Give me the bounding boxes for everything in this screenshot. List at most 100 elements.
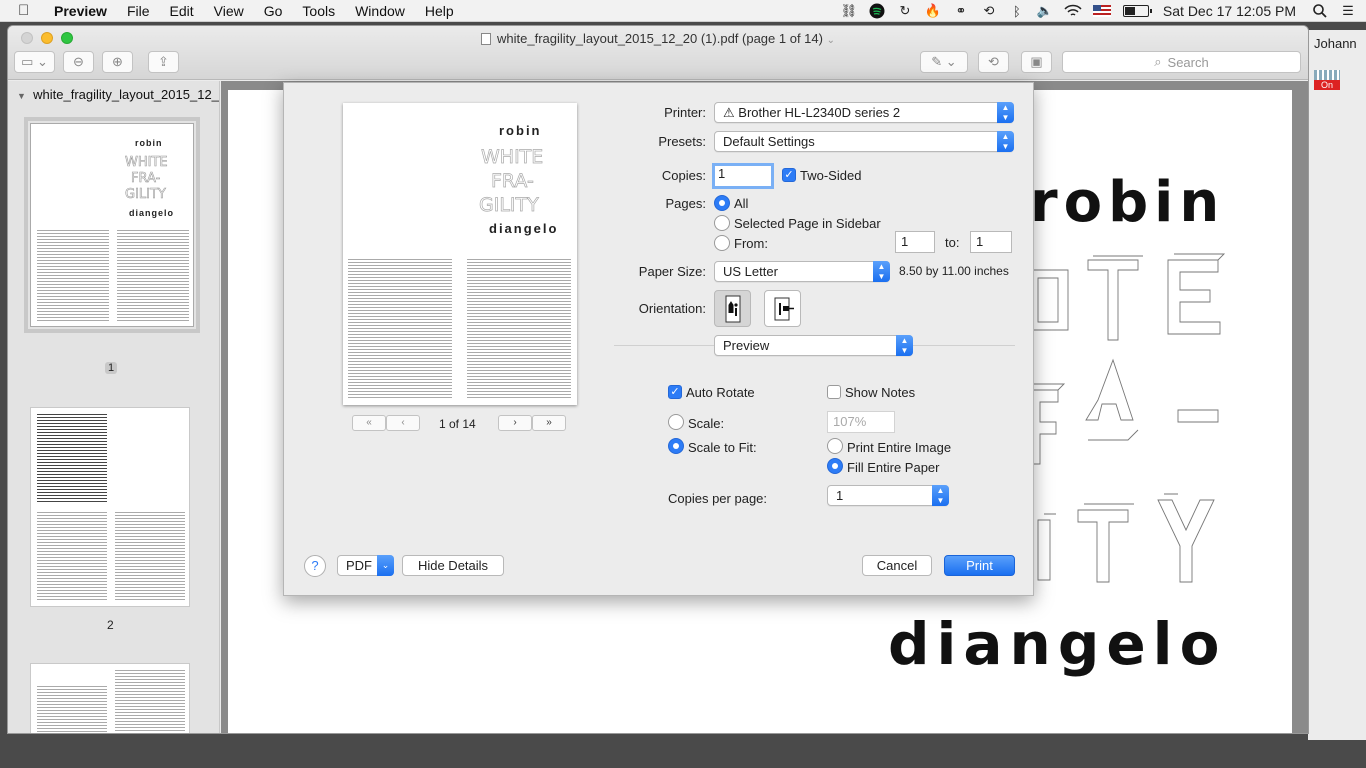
menu-help[interactable]: Help [425,3,454,19]
preview-text-column [467,259,571,399]
on-badge-icon[interactable]: On [1314,70,1340,90]
preview-title-art: WHITEFRA-GILITY [479,146,544,217]
thumbnail-sidebar: ▼ white_fragility_layout_2015_12_... rob… [8,81,220,733]
svg-text:FRA-: FRA- [491,170,534,192]
menu-view[interactable]: View [214,3,244,19]
thumb-text-column [117,230,189,322]
paper-size-popup[interactable]: US Letter ▲ ▼ [714,261,890,282]
toolbox-button[interactable]: ▣ [1021,51,1052,73]
preview-page-count: 1 of 14 [439,417,476,431]
landscape-orientation-button[interactable] [764,290,801,327]
show-notes-checkbox[interactable] [827,385,841,399]
window-title: white_fragility_layout_2015_12_20 (1).pd… [8,31,1308,46]
thumb-text-column [115,670,185,733]
printer-popup[interactable]: ⚠ Brother HL-L2340D series 2 ▲ ▼ [714,102,1014,123]
disclosure-triangle-icon[interactable]: ▼ [17,91,26,101]
preview-robin-text: robin [499,123,542,138]
search-placeholder: Search [1167,54,1209,70]
preview-last-page-button[interactable]: » [532,415,566,431]
title-outline-art [1027,253,1226,583]
battery-icon[interactable] [1122,5,1152,17]
sidebar-document-title[interactable]: ▼ white_fragility_layout_2015_12_... [17,87,219,102]
two-sided-checkbox[interactable]: ✓ [782,168,796,182]
share-button[interactable]: ⇪ [148,51,179,73]
scale-percent-field[interactable]: 107% [827,411,895,433]
pages-label: Pages: [665,196,706,211]
pages-all-radio[interactable] [714,195,730,211]
menu-clock[interactable]: Sat Dec 17 12:05 PM [1163,3,1296,19]
glasses-icon[interactable]: ⚭ [951,3,971,19]
hide-details-button[interactable]: Hide Details [402,555,504,576]
popup-arrows-icon: ▲ ▼ [997,131,1014,152]
chevron-down-icon[interactable]: ⌄ [827,35,835,46]
pages-from-radio[interactable] [714,235,730,251]
flame-icon[interactable]: 🔥 [923,3,943,19]
auto-rotate-label: Auto Rotate [686,385,755,400]
menu-file[interactable]: File [127,3,150,19]
pages-selected-radio[interactable] [714,215,730,231]
zoom-out-button[interactable]: ⊖ [63,51,94,73]
auto-rotate-checkbox[interactable]: ✓ [668,385,682,399]
rotate-button[interactable]: ⟲ [978,51,1009,73]
scale-to-fit-radio[interactable] [668,438,684,454]
rotate-icon: ⟲ [988,54,999,69]
to-page-field[interactable]: 1 [970,231,1012,253]
apple-menu-icon[interactable]:  [18,2,38,19]
thumbnail-page-3[interactable] [30,663,190,733]
copies-per-page-popup[interactable]: 1 ▲ ▼ [827,485,949,506]
zoom-out-icon: ⊖ [73,54,84,69]
wifi-icon[interactable] [1063,3,1083,19]
help-button[interactable]: ? [304,555,326,577]
search-field[interactable]: ⌕ Search [1062,51,1301,73]
sidebar-toggle-button[interactable]: ▭ ⌄ [14,51,55,73]
svg-text:WHITE: WHITE [481,146,543,168]
menu-go[interactable]: Go [264,3,283,19]
landscape-orientation-icon [774,297,794,320]
fill-entire-paper-radio[interactable] [827,458,843,474]
menu-window[interactable]: Window [355,3,405,19]
preview-previous-page-button[interactable]: ‹ [386,415,420,431]
copies-field[interactable]: 1 [712,163,774,189]
cancel-button[interactable]: Cancel [862,555,932,576]
thumb-text-column [115,512,185,600]
scale-radio[interactable] [668,414,684,430]
page-author-last: diangelo [888,610,1227,678]
bluetooth-icon[interactable]: ᛒ [1007,3,1027,19]
thumbnail-page-1[interactable]: robin WHITE FRA- GILITY diangelo [24,117,200,333]
print-entire-image-radio[interactable] [827,438,843,454]
menu-edit[interactable]: Edit [170,3,194,19]
thumbnail-page-2[interactable] [30,407,190,607]
pdf-label: PDF [346,558,372,573]
preview-first-page-button[interactable]: « [352,415,386,431]
spotlight-search-icon[interactable] [1310,3,1330,19]
link-icon[interactable]: ⛓ [839,3,859,19]
presets-popup[interactable]: Default Settings ▲ ▼ [714,131,1014,152]
copies-per-page-label: Copies per page: [668,491,768,506]
spotify-icon[interactable] [867,3,887,19]
background-window-user: Johann [1314,36,1357,51]
markup-button[interactable]: ✎ ⌄ [920,51,968,73]
volume-icon[interactable]: 🔈 [1035,3,1055,19]
thumb-robin-text: robin [135,138,163,148]
sync-icon[interactable]: ↻ [895,3,915,19]
print-section-popup[interactable]: Preview ▲ ▼ [714,335,913,356]
popup-arrows-icon: ▲ ▼ [873,261,890,282]
us-flag-icon[interactable] [1092,5,1111,17]
print-button[interactable]: Print [944,555,1015,576]
from-page-field[interactable]: 1 [895,231,935,253]
menu-app-name[interactable]: Preview [54,3,107,19]
printer-value: Brother HL-L2340D series 2 [738,105,901,120]
time-machine-icon[interactable]: ⟲ [979,3,999,19]
pdf-menu-button[interactable]: PDF ⌄ [337,555,394,576]
menu-tools[interactable]: Tools [302,3,335,19]
copies-label: Copies: [661,168,706,183]
scale-label: Scale: [688,416,725,431]
portrait-orientation-icon [725,295,740,322]
preview-diangelo-text: diangelo [489,221,559,236]
preview-next-page-button[interactable]: › [498,415,532,431]
zoom-in-button[interactable]: ⊕ [102,51,133,73]
portrait-orientation-button[interactable] [714,290,751,327]
popup-arrows-icon: ▲ ▼ [932,485,949,506]
svg-text:GILITY: GILITY [125,187,166,202]
notification-center-icon[interactable]: ☰ [1338,3,1358,19]
